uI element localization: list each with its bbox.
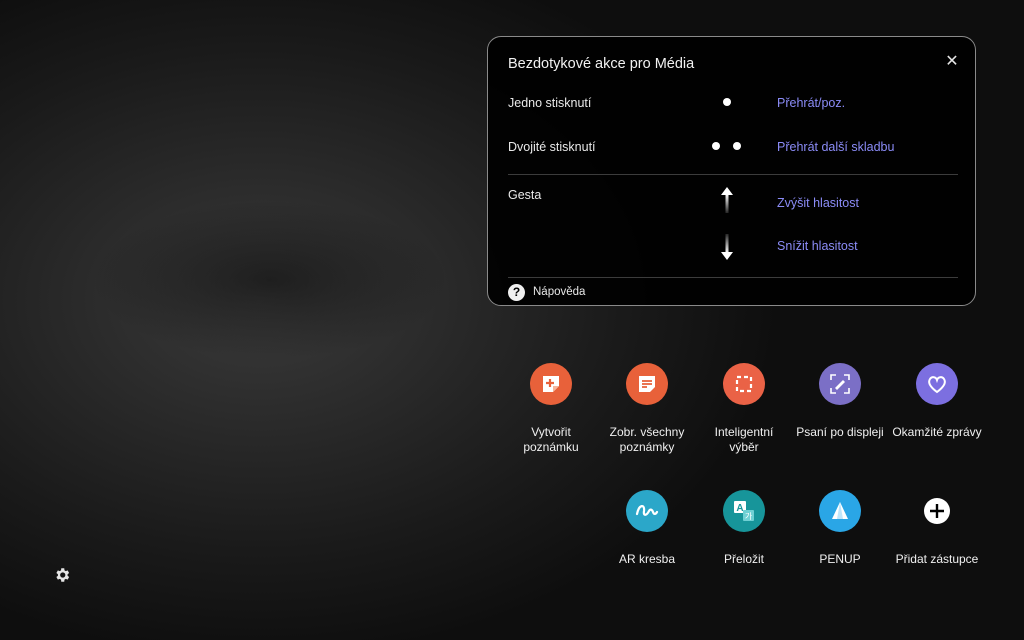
arrow-down-icon [721,234,733,260]
app-label: Okamžité zprávy [892,425,982,439]
app-translate[interactable]: A 가 Přeložit [696,490,792,567]
gear-icon[interactable] [53,566,71,584]
help-icon: ? [508,284,525,301]
gesture-up-action[interactable]: Zvýšit hlasitost [777,196,859,210]
app-add-shortcut[interactable]: Přidat zástupce [889,490,985,567]
translate-icon: A 가 [723,490,765,532]
help-link[interactable]: Nápověda [533,286,585,298]
single-press-action[interactable]: Přehrát/poz. [777,96,845,110]
app-label: PENUP [819,552,861,566]
double-press-label: Dvojité stisknutí [508,140,596,154]
create-note-icon [530,363,572,405]
air-actions-panel: Bezdotykové akce pro Média ✕ Jedno stisk… [487,36,976,306]
arrow-up-icon [721,187,733,213]
view-notes-icon [626,363,668,405]
app-create-note[interactable]: Vytvořit poznámku [503,363,599,455]
single-dot-icon [723,98,731,106]
app-label: Psaní po displeji [796,425,884,439]
app-view-all-notes[interactable]: Zobr. všechny poznámky [599,363,695,455]
ar-doodle-icon [626,490,668,532]
app-label: Inteligentní výběr [714,425,774,454]
live-message-icon [916,363,958,405]
app-smart-select[interactable]: Inteligentní výběr [696,363,792,455]
double-dot-icon-2 [733,142,741,150]
gestures-label: Gesta [508,188,542,202]
single-press-label: Jedno stisknutí [508,96,592,110]
svg-text:가: 가 [745,512,753,521]
app-label: AR kresba [618,552,676,566]
background-shadow [90,200,450,360]
double-press-action[interactable]: Přehrát další skladbu [777,140,894,154]
add-shortcut-icon [916,490,958,532]
screen-write-icon [819,363,861,405]
double-dot-icon-1 [712,142,720,150]
app-label: Zobr. všechny poznámky [609,425,685,454]
app-ar-doodle[interactable]: AR kresba [599,490,695,567]
close-icon[interactable]: ✕ [943,53,961,71]
svg-text:A: A [736,503,743,514]
smart-select-icon [723,363,765,405]
app-label: Přeložit [723,552,764,566]
divider [508,174,958,175]
gesture-down-action[interactable]: Snížit hlasitost [777,239,858,253]
panel-title: Bezdotykové akce pro Média [508,56,695,72]
app-screen-write[interactable]: Psaní po displeji [792,363,888,440]
app-live-message[interactable]: Okamžité zprávy [889,363,985,440]
app-label: Vytvořit poznámku [523,425,579,454]
app-penup[interactable]: PENUP [792,490,888,567]
app-label: Přidat zástupce [895,552,979,566]
divider [508,277,958,278]
penup-icon [819,490,861,532]
